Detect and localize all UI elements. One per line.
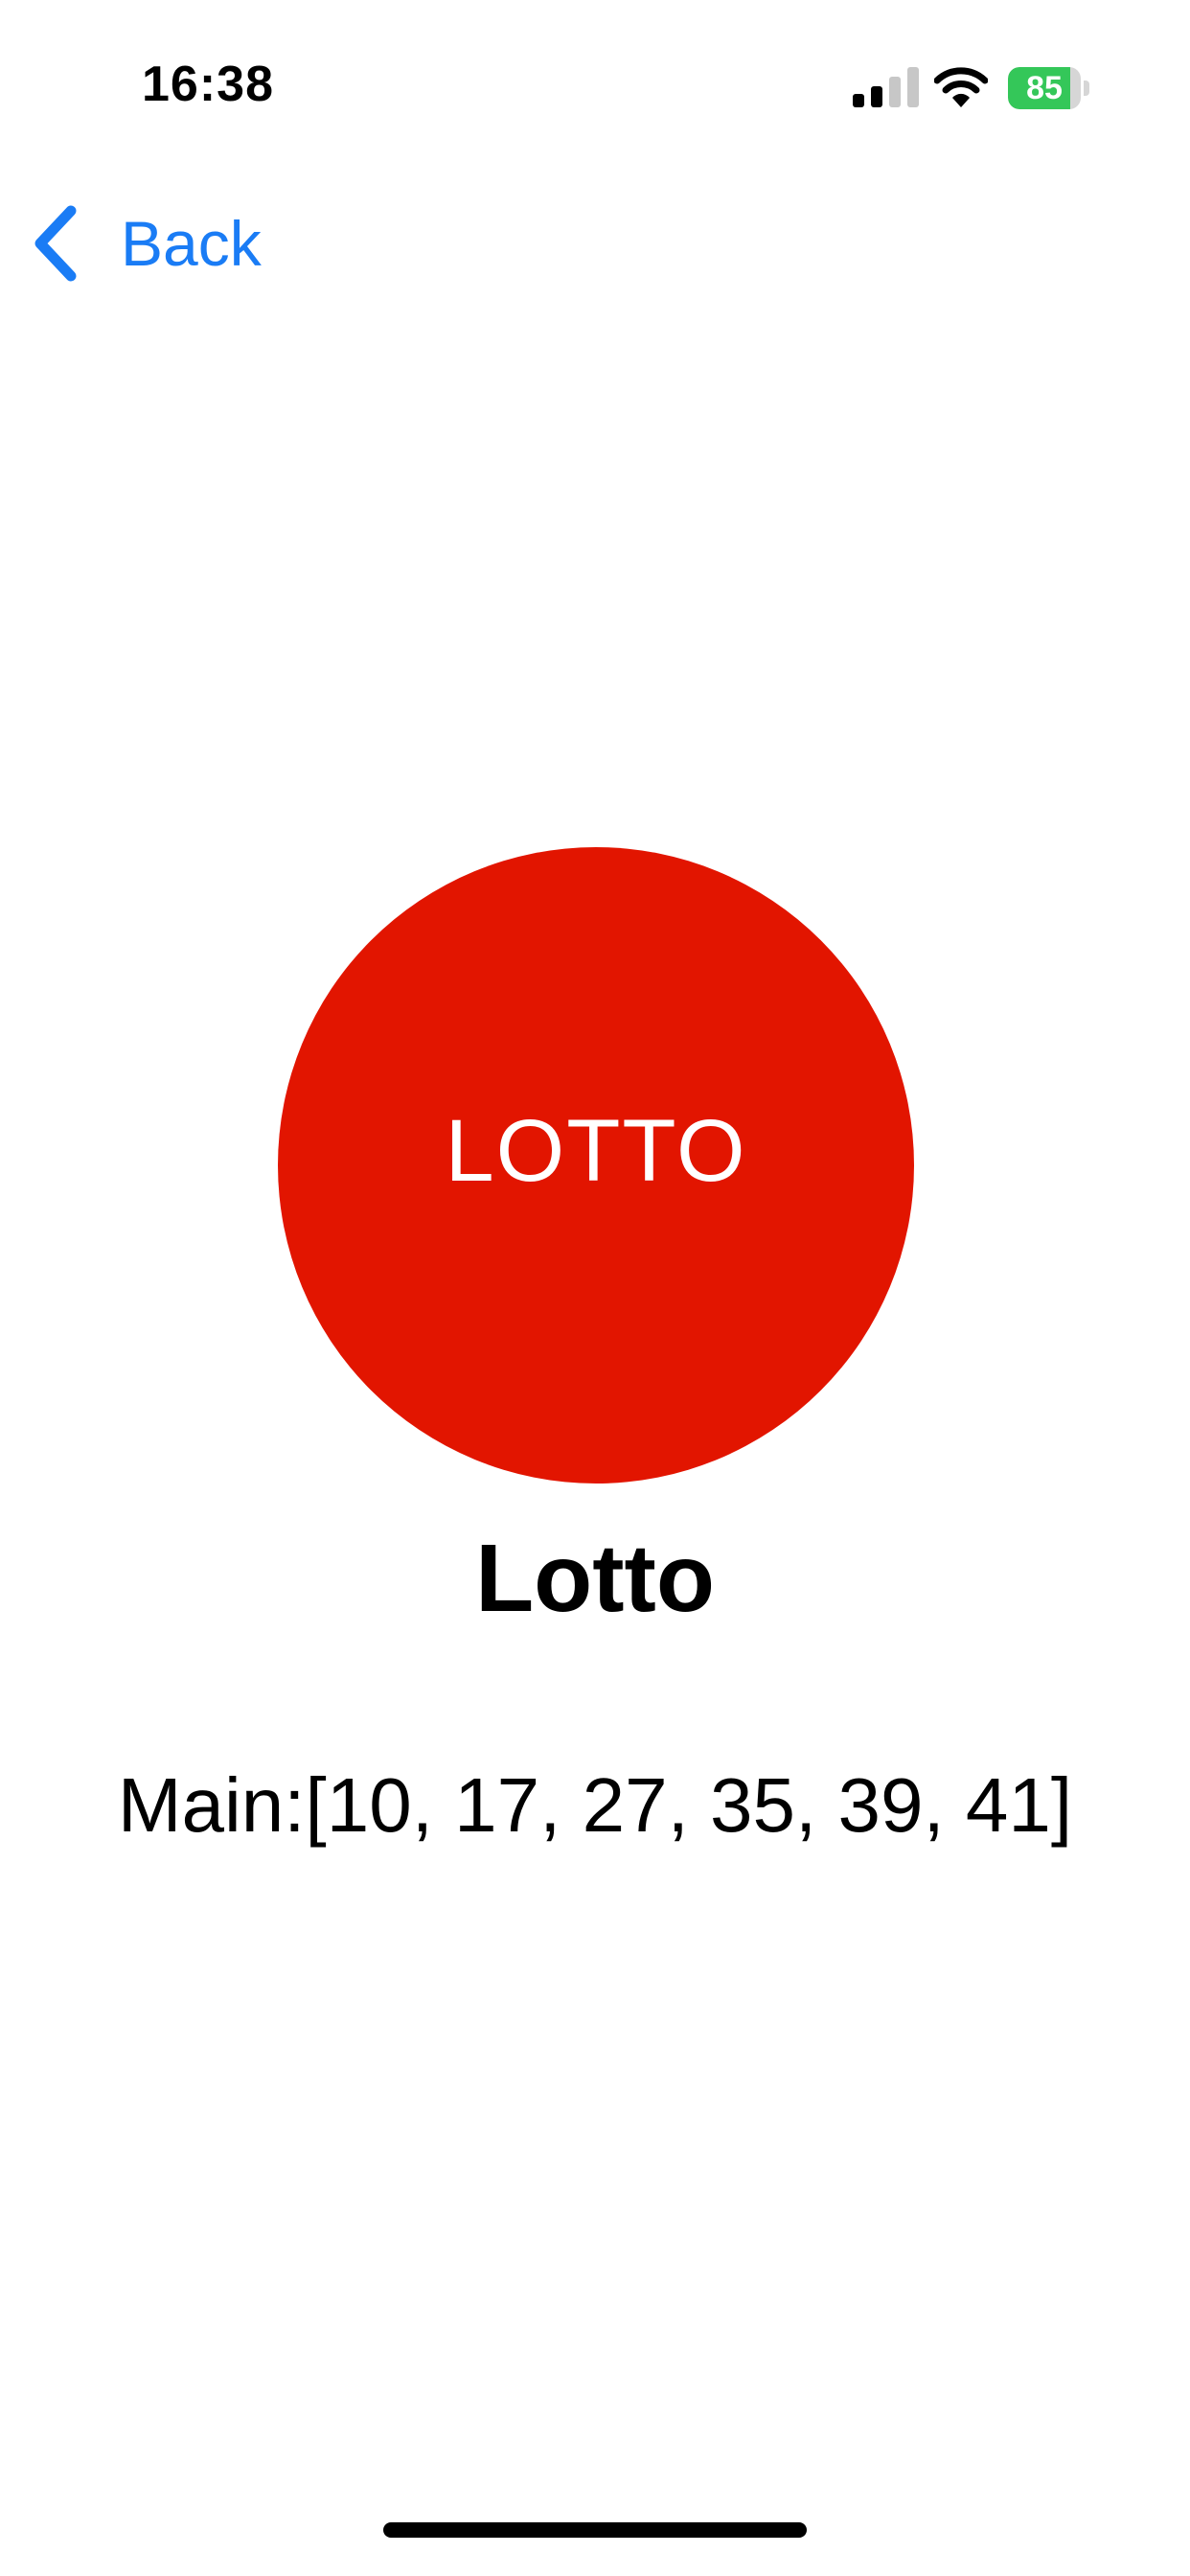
cellular-signal-icon — [853, 67, 919, 107]
main-numbers: Main:[10, 17, 27, 35, 39, 41] — [117, 1762, 1073, 1848]
status-time: 16:38 — [142, 57, 274, 112]
status-bar: 16:38 85 — [0, 0, 1190, 172]
back-label: Back — [121, 208, 262, 279]
chevron-left-icon — [34, 205, 77, 282]
home-indicator — [383, 2522, 807, 2538]
battery-charging-icon: 85 — [1008, 67, 1090, 109]
battery-cap — [1084, 80, 1089, 96]
battery-percent: 85 — [1026, 70, 1063, 106]
back-button[interactable]: Back — [31, 203, 262, 284]
battery-body: 85 — [1008, 67, 1081, 109]
game-title: Lotto — [475, 1525, 715, 1632]
lotto-logo: LOTTO — [278, 847, 914, 1484]
wifi-icon — [934, 67, 988, 107]
lotto-logo-text: LOTTO — [445, 1101, 747, 1200]
